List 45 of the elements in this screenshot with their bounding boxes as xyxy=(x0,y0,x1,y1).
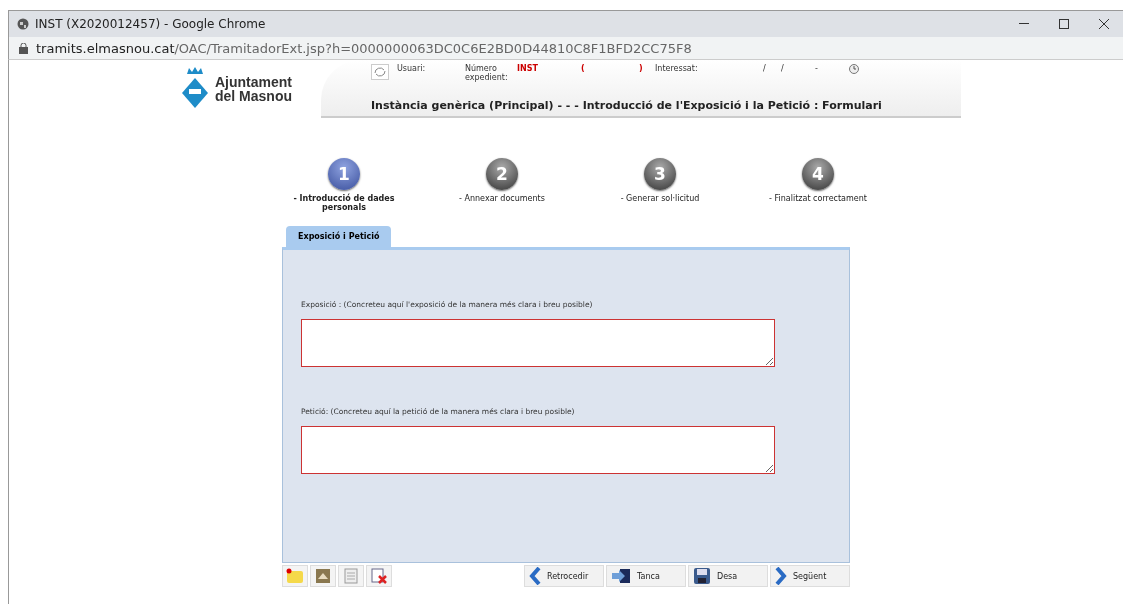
nav-button[interactable]: Tanca xyxy=(606,565,686,587)
step-number: 2 xyxy=(486,158,518,190)
open-parenthesis: ( xyxy=(581,64,586,73)
document-icon xyxy=(344,568,358,584)
step-label: - Annexar documents xyxy=(459,194,545,203)
step-label: - Generar sol·licitud xyxy=(620,194,700,203)
lock-icon xyxy=(19,42,28,54)
interested-label: Interessat: xyxy=(655,64,699,73)
close-parenthesis: ) xyxy=(639,64,644,73)
time-separator: - xyxy=(815,64,819,73)
note-icon xyxy=(286,568,304,584)
toolbar-button[interactable] xyxy=(282,565,308,587)
clock-icon xyxy=(849,64,859,74)
minimize-icon[interactable] xyxy=(1019,23,1029,25)
url-text[interactable]: tramits.elmasnou.cat/OAC/TramitadorExt.jsp?h=0000000063DC0C6E2BD0D44810C8F1BFD2CC75F8 xyxy=(36,40,692,56)
nav-button[interactable]: Retrocedir xyxy=(524,565,604,587)
step-number: 1 xyxy=(328,158,360,190)
step-number: 4 xyxy=(802,158,834,190)
case-number-prefix: INST xyxy=(517,64,539,73)
text-area-field[interactable] xyxy=(301,319,775,367)
image-icon xyxy=(315,568,331,584)
right-chevron-icon xyxy=(775,567,787,585)
close-icon[interactable] xyxy=(1099,19,1109,29)
step-label: - Introducció de dades personals xyxy=(292,194,396,212)
delete-form-icon xyxy=(371,568,387,584)
nav-button[interactable]: Següent xyxy=(770,565,850,587)
refresh-arrows-icon[interactable] xyxy=(371,64,389,80)
logo-text: Ajuntament del Masnou xyxy=(215,75,292,103)
date-separator: / xyxy=(781,64,785,73)
step-number: 3 xyxy=(644,158,676,190)
procedure-title: Instància genèrica (Principal) - - - Introducció de l'Exposició i la Petició : Formulari xyxy=(371,99,883,112)
toolbar-button[interactable] xyxy=(310,565,336,587)
exit-door-icon xyxy=(611,568,631,584)
left-chevron-icon xyxy=(529,567,541,585)
form-tab[interactable]: Exposició i Petició xyxy=(286,226,392,247)
date-separator: / xyxy=(763,64,767,73)
maximize-icon[interactable] xyxy=(1059,19,1069,29)
user-label: Usuari: xyxy=(397,64,427,73)
case-number-label: Número expedient: xyxy=(465,64,509,82)
text-area-field[interactable] xyxy=(301,426,775,474)
toolbar-button[interactable] xyxy=(366,565,392,587)
window-title: INST (X2020012457) - Google Chrome xyxy=(35,17,266,31)
nav-button[interactable]: Desa xyxy=(688,565,768,587)
step-label: - Finalitzat correctament xyxy=(769,194,867,203)
globe-icon xyxy=(17,18,29,30)
